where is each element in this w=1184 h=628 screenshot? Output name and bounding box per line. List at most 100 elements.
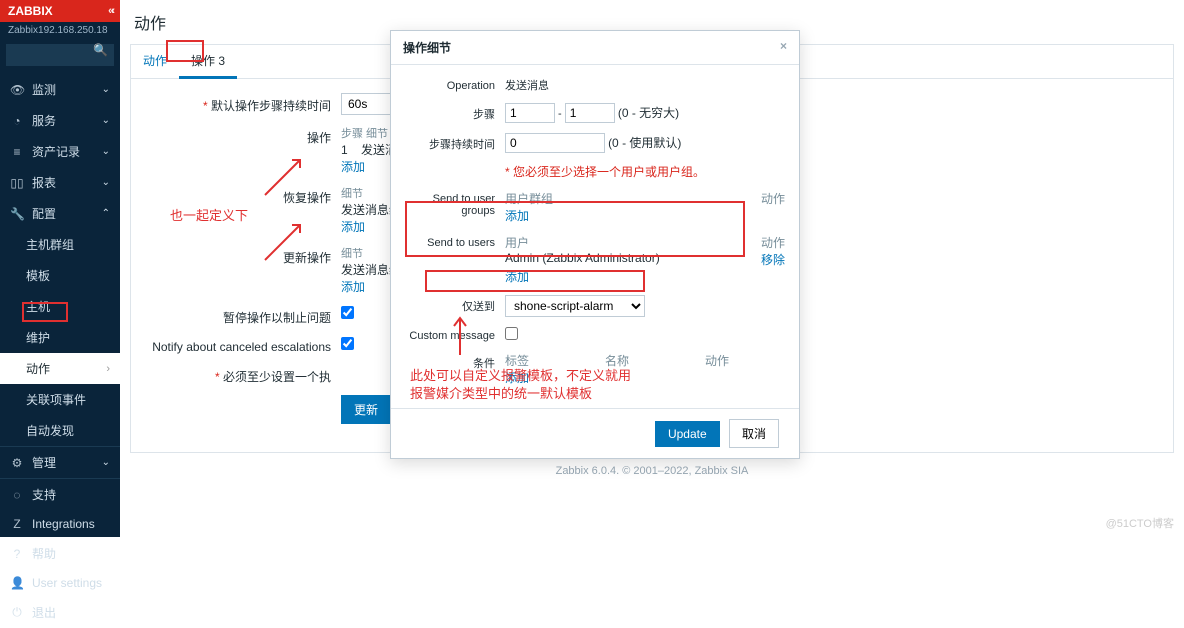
op-step: 1 — [341, 143, 348, 157]
label-default-duration: 默认操作步骤持续时间 — [151, 93, 341, 114]
collapse-icon[interactable]: « ‹ — [108, 5, 112, 17]
annotation-bottom1: 此处可以自定义报警模板，不定义就用 — [410, 365, 631, 384]
arrow-icon — [445, 310, 475, 360]
annotation-left: 也一起定义下 — [170, 205, 248, 224]
m-val-operation: 发送消息 — [505, 77, 785, 93]
nav-label: 监测 — [32, 81, 56, 98]
nav-config-hosts[interactable]: 主机 — [0, 291, 120, 322]
nav-help[interactable]: ? 帮助 — [0, 538, 120, 569]
m-required-note: * 您必须至少选择一个用户或用户组。 — [505, 163, 785, 180]
groups-add[interactable]: 添加 — [505, 207, 785, 224]
modal-btn-cancel[interactable]: 取消 — [729, 419, 779, 448]
chevron-down-icon: ⌄ — [102, 146, 110, 157]
modal-footer: Update 取消 — [391, 408, 799, 458]
nav-label: 主机 — [26, 298, 50, 315]
users-head-user: 用户 — [505, 234, 529, 251]
btn-update[interactable]: 更新 — [341, 395, 391, 424]
checkbox-custom-msg[interactable] — [505, 327, 518, 340]
arrow-icon — [260, 150, 310, 200]
chevron-down-icon: ⌄ — [102, 84, 110, 95]
nav-config-actions[interactable]: 动作 — [0, 353, 120, 384]
nav-integrations[interactable]: Z Integrations — [0, 510, 120, 538]
select-send-only[interactable]: shone-script-alarm — [505, 295, 645, 317]
question-icon: ? — [10, 547, 24, 561]
nav-label: User settings — [32, 576, 102, 590]
nav-label: 模板 — [26, 267, 50, 284]
nav-service[interactable]: ◔服务⌄ — [0, 105, 120, 136]
nav-config-templates[interactable]: 模板 — [0, 260, 120, 291]
logo: ZABBIX « ‹ — [0, 0, 120, 22]
label-notify: Notify about canceled escalations — [151, 336, 341, 354]
label-operation: 操作 — [151, 125, 341, 146]
power-icon: ⏻ — [10, 605, 24, 620]
close-icon[interactable]: × — [780, 39, 787, 56]
annotation-bottom2: 报警媒介类型中的统一默认模板 — [410, 383, 592, 402]
nav-report[interactable]: ▯▯报表⌄ — [0, 167, 120, 198]
nav-admin[interactable]: ⚙ 管理 ⌄ — [0, 446, 120, 478]
chevron-up-icon: ⌃ — [102, 208, 110, 219]
nav-label: 维护 — [26, 329, 50, 346]
chevron-down-icon: ⌄ — [102, 457, 110, 468]
users-add[interactable]: 添加 — [505, 268, 785, 285]
user-row: Admin (Zabbix Administrator) — [505, 251, 660, 268]
nav-config-maintenance[interactable]: 维护 — [0, 322, 120, 353]
modal-header: 操作细节 × — [391, 31, 799, 65]
nav-logout[interactable]: ⏻ 退出 — [0, 597, 120, 628]
z-icon: Z — [10, 517, 24, 531]
step-duration-note: (0 - 使用默认) — [608, 136, 681, 150]
input-step-duration[interactable] — [505, 133, 605, 153]
watermark: @51CTO博客 — [1106, 515, 1174, 531]
gear-icon: ⚙ — [10, 456, 24, 470]
required-note: 必须至少设置一个执 — [151, 364, 341, 385]
eye-icon: 👁 — [10, 83, 24, 97]
nav-label: 帮助 — [32, 545, 56, 562]
nav-monitor[interactable]: 👁 监测 ⌄ — [0, 74, 120, 105]
m-label-send-users: Send to users — [405, 234, 505, 249]
nav-label: 管理 — [32, 454, 56, 471]
nav-label: 动作 — [26, 360, 50, 377]
step-note: (0 - 无穷大) — [618, 106, 679, 120]
m-label-operation: Operation — [405, 77, 505, 92]
modal-btn-update[interactable]: Update — [655, 421, 720, 447]
cond-head-action: 动作 — [705, 352, 729, 369]
nav-asset[interactable]: ≡ 资产记录 ⌄ — [0, 136, 120, 167]
label-pause: 暂停操作以制止问题 — [151, 305, 341, 326]
input-step-from[interactable] — [505, 103, 555, 123]
nav-support[interactable]: ◌ 支持 — [0, 478, 120, 510]
arrow-icon — [260, 215, 310, 265]
nav-label: 主机群组 — [26, 236, 74, 253]
nav-config-correlation[interactable]: 关联项事件 — [0, 384, 120, 415]
user-remove[interactable]: 移除 — [761, 251, 785, 268]
groups-head-user: 用户群组 — [505, 190, 553, 207]
search-icon[interactable]: 🔍 — [93, 43, 108, 57]
user-icon: 👤 — [10, 576, 24, 590]
sidebar: ZABBIX « ‹ Zabbix192.168.250.18 🔍 👁监测⌄ ◔… — [0, 0, 120, 537]
nav-user[interactable]: 👤 User settings — [0, 569, 120, 597]
nav-label: 资产记录 — [32, 143, 80, 160]
checkbox-notify[interactable] — [341, 337, 354, 350]
nav-label: Integrations — [32, 517, 95, 531]
nav-label: 支持 — [32, 486, 56, 503]
nav-label: 报表 — [32, 174, 56, 191]
m-label-step-duration: 步骤持续时间 — [405, 133, 505, 152]
modal-title: 操作细节 — [403, 39, 451, 56]
input-step-to[interactable] — [565, 103, 615, 123]
nav-label: 关联项事件 — [26, 391, 86, 408]
tab-action[interactable]: 动作 — [131, 45, 179, 78]
logo-text: ZABBIX — [8, 4, 53, 18]
nav-label: 服务 — [32, 112, 56, 129]
nav-label: 自动发现 — [26, 422, 74, 439]
checkbox-pause[interactable] — [341, 306, 354, 319]
chevron-down-icon: ⌄ — [102, 115, 110, 126]
chart-icon: ▯▯ — [10, 176, 24, 190]
wrench-icon: 🔧 — [10, 207, 24, 221]
label-update-op: 更新操作 — [151, 245, 341, 266]
nav-label: 退出 — [32, 604, 56, 621]
m-label-steps: 步骤 — [405, 103, 505, 122]
lifebuoy-icon: ◌ — [10, 488, 24, 502]
list-icon: ≡ — [10, 145, 24, 159]
nav-config-hostgroups[interactable]: 主机群组 — [0, 229, 120, 260]
nav-config[interactable]: 🔧配置⌃ — [0, 198, 120, 229]
nav-config-discovery[interactable]: 自动发现 — [0, 415, 120, 446]
tab-operations[interactable]: 操作 3 — [179, 45, 237, 79]
